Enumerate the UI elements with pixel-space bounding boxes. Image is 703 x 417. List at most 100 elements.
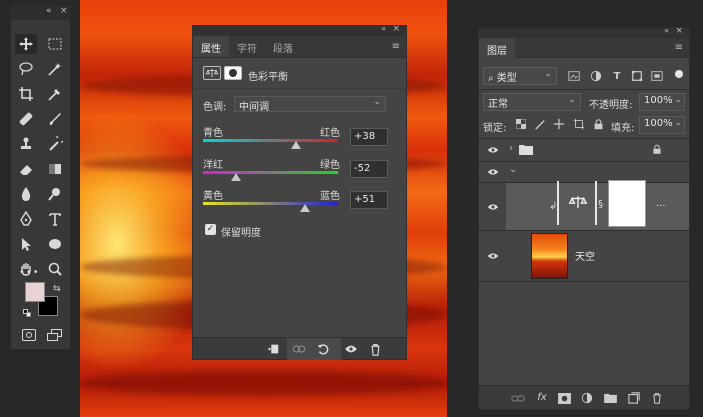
divider: [193, 88, 406, 89]
more-icon: ...: [656, 198, 666, 209]
move-tool-icon[interactable]: [15, 34, 37, 54]
adjustment-thumbnail[interactable]: [557, 181, 597, 225]
magenta-green-slider-track[interactable]: [203, 171, 338, 174]
filter-type-icon[interactable]: T: [610, 69, 624, 83]
type-tool-icon[interactable]: [44, 209, 66, 229]
ellipse-tool-icon[interactable]: [44, 234, 66, 254]
collapse-icon[interactable]: «: [46, 6, 52, 16]
panel-menu-icon[interactable]: ≡: [392, 41, 400, 52]
tab-properties[interactable]: 属性: [193, 36, 229, 57]
lock-artboard-icon[interactable]: [572, 117, 586, 131]
magenta-green-value-input[interactable]: -52: [350, 160, 388, 178]
yellow-blue-slider-thumb[interactable]: [300, 204, 310, 212]
blend-mode-dropdown[interactable]: 正常 ⌄: [483, 93, 581, 111]
zoom-tool-icon[interactable]: [44, 259, 66, 279]
trash-icon[interactable]: [650, 391, 664, 405]
color-balance-icon: [568, 196, 588, 208]
tab-paragraph[interactable]: 段落: [265, 36, 301, 57]
visibility-eye-icon[interactable]: [487, 168, 499, 176]
history-brush-tool-icon[interactable]: [44, 134, 66, 154]
layer-mask-thumbnail[interactable]: [608, 180, 646, 227]
marquee-tool-icon[interactable]: [44, 34, 66, 54]
collapse-icon[interactable]: «: [664, 26, 669, 35]
filter-adjustment-icon[interactable]: [589, 69, 603, 83]
clip-to-layer-icon[interactable]: [265, 341, 281, 357]
collapse-icon[interactable]: «: [381, 24, 386, 33]
new-group-icon[interactable]: [603, 391, 617, 405]
lock-label: 锁定:: [483, 123, 507, 134]
path-selection-tool-icon[interactable]: [15, 234, 37, 254]
eyedropper-tool-icon[interactable]: [44, 84, 66, 104]
tone-dropdown[interactable]: 中间调 ⌄: [234, 96, 386, 113]
gradient-tool-icon[interactable]: [44, 159, 66, 179]
yellow-blue-slider-track[interactable]: [203, 202, 338, 205]
filter-shape-icon[interactable]: [630, 69, 644, 83]
filter-pixel-icon[interactable]: [567, 69, 581, 83]
filter-smart-object-icon[interactable]: [650, 69, 664, 83]
chevron-down-icon[interactable]: ⌄: [509, 164, 517, 175]
visibility-eye-icon[interactable]: [343, 341, 359, 357]
lock-all-icon[interactable]: [591, 117, 605, 131]
cyan-red-value-input[interactable]: +38: [350, 128, 388, 146]
chevron-right-icon[interactable]: ›: [509, 143, 513, 154]
yellow-blue-value-input[interactable]: +51: [350, 191, 388, 209]
tab-layers[interactable]: 图层: [479, 38, 515, 58]
cyan-red-slider-thumb[interactable]: [291, 141, 301, 149]
trash-icon[interactable]: [367, 341, 383, 357]
cyan-red-slider-track[interactable]: [203, 139, 338, 142]
foreground-color-swatch[interactable]: [25, 282, 45, 302]
slider-green-label: 绿色: [320, 160, 340, 171]
lock-position-icon[interactable]: [552, 117, 566, 131]
blur-tool-icon[interactable]: [15, 184, 37, 204]
visibility-eye-icon[interactable]: [487, 146, 499, 154]
layers-footer: fx: [479, 385, 689, 409]
screen-mode-icon[interactable]: [47, 329, 63, 341]
close-icon[interactable]: ×: [60, 6, 68, 16]
slider-red-label: 红色: [320, 128, 340, 139]
pen-tool-icon[interactable]: [15, 209, 37, 229]
fx-icon[interactable]: fx: [535, 390, 549, 404]
reset-icon[interactable]: [315, 341, 331, 357]
quick-mask-icon[interactable]: [22, 329, 36, 341]
new-adjustment-layer-icon[interactable]: [580, 391, 594, 405]
close-icon[interactable]: ×: [675, 26, 683, 36]
add-mask-icon[interactable]: [557, 391, 571, 405]
preserve-luminosity-checkbox[interactable]: ✓: [205, 224, 216, 235]
tone-label: 色调:: [203, 102, 227, 113]
visibility-eye-icon[interactable]: [487, 252, 499, 260]
layer-mask-icon[interactable]: [224, 66, 242, 80]
lock-transparent-pixels-icon[interactable]: [514, 117, 528, 131]
close-icon[interactable]: ×: [392, 24, 400, 34]
folder-icon: [519, 145, 533, 155]
default-colors-icon[interactable]: [23, 309, 31, 317]
fill-input[interactable]: 100% ⌄: [639, 116, 685, 134]
layer-row-subgroup[interactable]: ⌄: [479, 162, 689, 182]
filter-kind-dropdown[interactable]: ⌕ 类型 ⌄: [483, 67, 557, 85]
crop-tool-icon[interactable]: [15, 84, 37, 104]
layer-name[interactable]: 天空: [575, 248, 595, 263]
magenta-green-slider-thumb[interactable]: [231, 173, 241, 181]
opacity-input[interactable]: 100% ⌄: [639, 93, 685, 111]
eraser-tool-icon[interactable]: [15, 159, 37, 179]
more-tools-icon[interactable]: •••: [19, 267, 40, 278]
filter-toggle-icon[interactable]: [675, 70, 683, 78]
slider-blue-label: 蓝色: [320, 191, 340, 202]
visibility-eye-icon[interactable]: [487, 203, 499, 211]
layer-row-group[interactable]: ›: [479, 139, 689, 161]
new-layer-icon[interactable]: [627, 391, 641, 405]
panel-menu-icon[interactable]: ≡: [675, 42, 683, 53]
dodge-tool-icon[interactable]: [44, 184, 66, 204]
lasso-tool-icon[interactable]: [15, 59, 37, 79]
swap-colors-icon[interactable]: ⇆: [53, 284, 61, 294]
lock-image-pixels-icon[interactable]: [533, 117, 547, 131]
link-layers-icon[interactable]: [511, 391, 525, 405]
layer-row-sky[interactable]: 天空: [479, 231, 689, 281]
clone-stamp-tool-icon[interactable]: [15, 134, 37, 154]
view-previous-state-icon[interactable]: [291, 341, 307, 357]
healing-brush-tool-icon[interactable]: [15, 109, 37, 129]
tab-character[interactable]: 字符: [229, 36, 265, 57]
magic-wand-tool-icon[interactable]: [44, 59, 66, 79]
chevron-down-icon: ⌄: [373, 97, 381, 107]
brush-tool-icon[interactable]: [44, 109, 66, 129]
link-icon[interactable]: §: [598, 199, 603, 210]
